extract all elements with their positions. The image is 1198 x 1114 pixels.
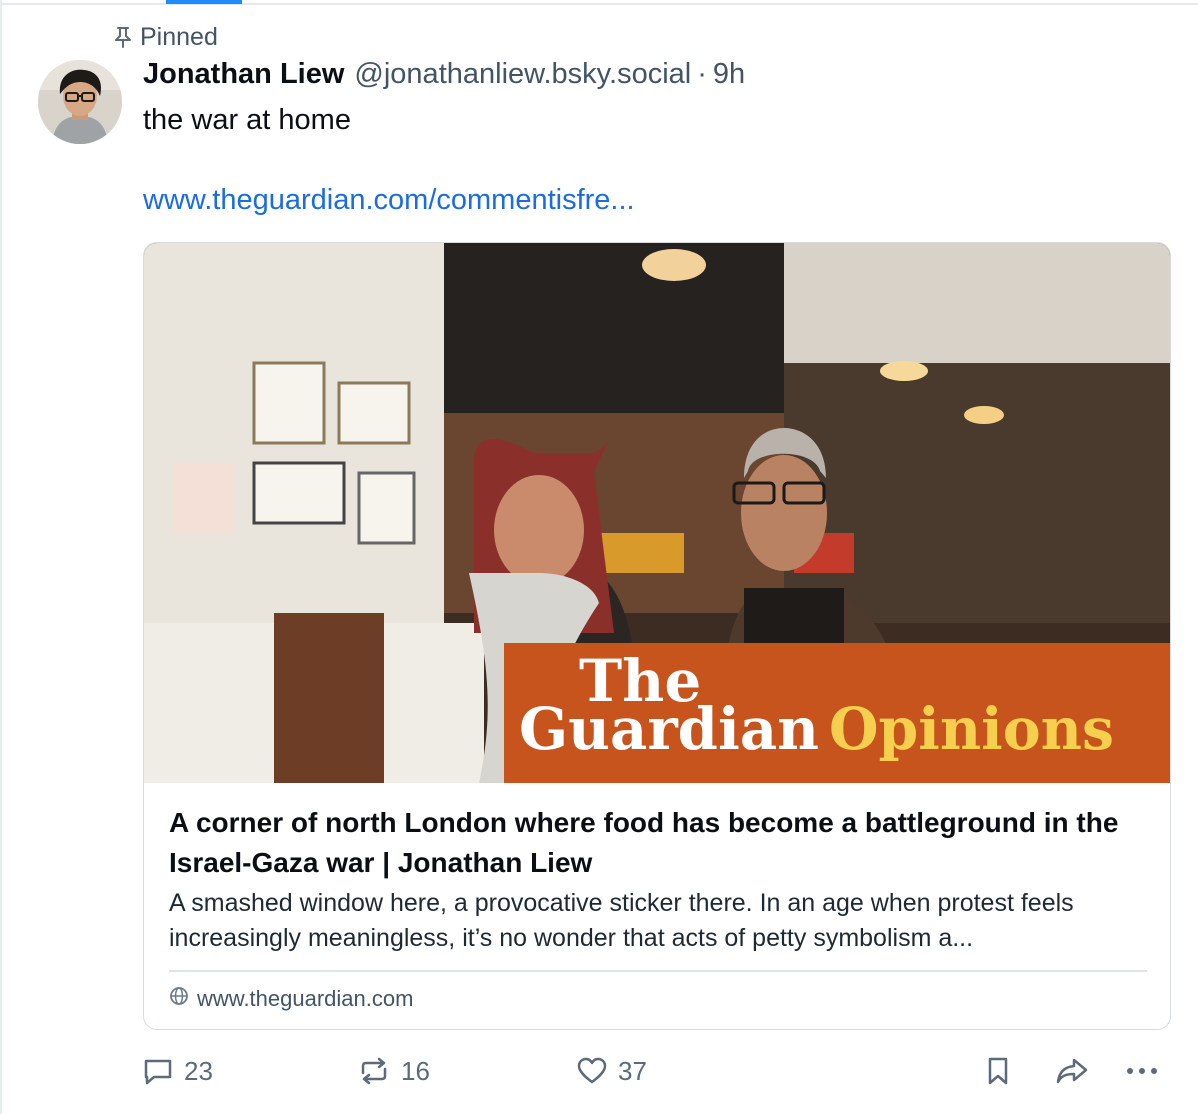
bookmark-icon xyxy=(983,1055,1013,1087)
card-domain: www.theguardian.com xyxy=(169,984,413,1014)
like-button[interactable]: 37 xyxy=(576,1048,647,1094)
active-tab-indicator xyxy=(166,0,242,4)
card-description: A smashed window here, a provocative sti… xyxy=(169,889,1074,952)
meta-separator: · xyxy=(697,58,707,90)
pinned-indicator: Pinned xyxy=(112,22,218,52)
share-button[interactable] xyxy=(1054,1048,1090,1094)
card-divider xyxy=(169,970,1147,972)
share-icon xyxy=(1054,1055,1090,1087)
author-name[interactable]: Jonathan Liew xyxy=(143,58,344,91)
banner-section: Opinions xyxy=(829,695,1114,763)
card-title[interactable]: A corner of north London where food has … xyxy=(169,803,1149,883)
heart-icon xyxy=(576,1055,608,1087)
author-handle[interactable]: @jonathanliew.bsky.social xyxy=(354,58,691,91)
repost-count: 16 xyxy=(401,1055,430,1086)
banner-line2: Guardian xyxy=(519,695,819,763)
pinned-label: Pinned xyxy=(140,22,218,51)
pin-icon xyxy=(112,25,134,49)
left-divider xyxy=(0,0,2,1114)
reply-count: 23 xyxy=(184,1055,213,1086)
post-actions: 23 16 37 xyxy=(0,1048,1198,1094)
article-image: The Guardian Opinions xyxy=(144,243,1170,783)
reply-icon xyxy=(142,1055,174,1087)
reply-button[interactable]: 23 xyxy=(142,1048,213,1094)
repost-icon xyxy=(357,1055,391,1087)
more-options-button[interactable] xyxy=(1124,1048,1160,1094)
post-timestamp[interactable]: 9h xyxy=(713,58,745,91)
globe-icon xyxy=(169,986,189,1012)
avatar[interactable] xyxy=(38,60,122,144)
post-link[interactable]: www.theguardian.com/commentisfre... xyxy=(143,184,635,217)
bookmark-button[interactable] xyxy=(983,1048,1013,1094)
post-author-line: Jonathan Liew @jonathanliew.bsky.social … xyxy=(143,58,745,98)
ellipsis-icon xyxy=(1124,1055,1160,1087)
card-domain-text: www.theguardian.com xyxy=(197,986,414,1011)
repost-button[interactable]: 16 xyxy=(357,1048,430,1094)
post-text: the war at home xyxy=(143,104,351,136)
like-count: 37 xyxy=(618,1055,647,1086)
link-preview-card[interactable]: The Guardian Opinions A corner of north … xyxy=(143,242,1171,1030)
